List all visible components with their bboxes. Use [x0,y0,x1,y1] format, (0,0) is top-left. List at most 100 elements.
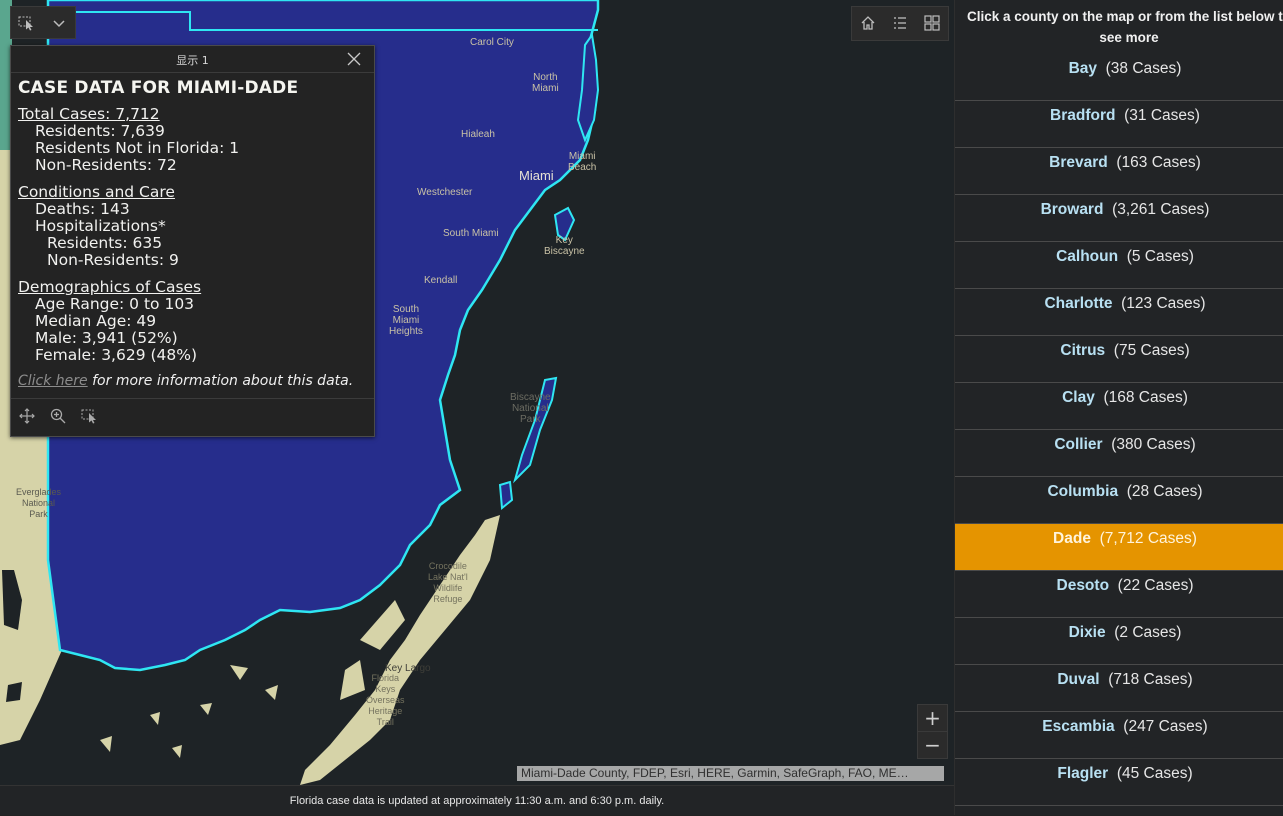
county-case-count: (3,261 Cases) [1112,201,1210,218]
keys-land-6 [200,703,212,715]
zoom-to-button[interactable] [49,407,67,429]
county-case-count: (380 Cases) [1111,436,1196,453]
keys-land-2 [360,600,405,650]
demographics-heading: Demographics of Cases [18,278,202,296]
select-feature-icon [81,409,96,424]
county-row-columbia[interactable]: Columbia (28 Cases) [955,477,1283,524]
county-name: Dade [1053,530,1091,547]
county-name: Bradford [1050,107,1116,124]
pan-to-button[interactable] [19,408,35,428]
county-row-bay[interactable]: Bay (38 Cases) [955,54,1283,101]
zoom-to-icon [50,408,66,424]
move-icon [19,408,35,424]
county-name: Collier [1054,436,1103,453]
select-feature-button[interactable] [81,407,99,429]
county-case-count: (31 Cases) [1124,107,1200,124]
county-name: Clay [1062,389,1095,406]
county-case-count: (2 Cases) [1114,624,1182,641]
zoom-out-button[interactable]: − [918,732,947,759]
total-cases-heading: Total Cases: 7,712 [18,105,160,123]
conditions-heading: Conditions and Care [18,183,175,201]
home-icon [861,16,875,30]
county-row-content: Columbia (28 Cases) [955,483,1283,501]
county-row-content: Dixie (2 Cases) [955,624,1283,642]
place-south-miami-heights: South Miami Heights [389,304,423,337]
county-row-duval[interactable]: Duval (718 Cases) [955,665,1283,712]
popup-body: CASE DATA FOR MIAMI-DADE Total Cases: 7,… [11,73,374,389]
county-popup: 显示 1 CASE DATA FOR MIAMI-DADE Total Case… [10,45,375,437]
county-row-collier[interactable]: Collier (380 Cases) [955,430,1283,477]
county-case-count: (168 Cases) [1103,389,1188,406]
county-row-citrus[interactable]: Citrus (75 Cases) [955,336,1283,383]
zoom-control: + − [917,704,948,759]
residents-not-florida-line: Residents Not in Florida: 1 [35,139,240,157]
county-row-desoto[interactable]: Desoto (22 Cases) [955,571,1283,618]
close-icon [347,52,361,66]
county-row-content: Broward (3,261 Cases) [955,201,1283,219]
select-dropdown-button[interactable] [43,7,75,39]
select-tool-button[interactable] [11,7,43,39]
non-residents-line: Non-Residents: 72 [35,156,177,174]
hosp-non-residents-line: Non-Residents: 9 [47,251,179,269]
place-everglades-np: Everglades National Park [16,487,62,519]
county-row-charlotte[interactable]: Charlotte (123 Cases) [955,289,1283,336]
county-row-content: Charlotte (123 Cases) [955,295,1283,313]
small-key-shape [498,480,514,510]
more-info-text: for more information about this data. [87,373,354,389]
home-button[interactable] [852,7,884,39]
place-north-miami: North Miami [532,72,559,94]
county-case-count: (5 Cases) [1126,248,1194,265]
county-row-brevard[interactable]: Brevard (163 Cases) [955,148,1283,195]
county-name: Brevard [1049,154,1108,171]
county-row-content: Desoto (22 Cases) [955,577,1283,595]
county-row-content: Bradford (31 Cases) [955,107,1283,125]
place-florida-keys-trail: Florida Keys Overseas Heritage Trail [366,673,405,727]
popup-close-button[interactable] [346,51,362,67]
county-name: Desoto [1056,577,1110,594]
county-row-content: Collier (380 Cases) [955,436,1283,454]
county-case-count: (45 Cases) [1116,765,1193,782]
county-case-count: (75 Cases) [1113,342,1190,359]
keys-land-5 [150,712,160,725]
keys-land-8 [100,736,112,752]
zoom-in-button[interactable]: + [918,705,947,732]
basemap-gallery-button[interactable] [916,7,948,39]
county-row-clay[interactable]: Clay (168 Cases) [955,383,1283,430]
hosp-residents-line: Residents: 635 [47,234,163,252]
female-line: Female: 3,629 (48%) [35,346,198,364]
county-name: Charlotte [1044,295,1113,312]
click-here-link[interactable]: Click here [18,373,88,389]
county-row-content: Brevard (163 Cases) [955,154,1283,172]
map-widgets-toolbar [851,6,949,41]
county-row-content: Clay (168 Cases) [955,389,1283,407]
county-case-count: (22 Cases) [1117,577,1194,594]
county-list-panel[interactable]: Click a county on the map or from the li… [954,0,1283,815]
county-row-dade[interactable]: Dade (7,712 Cases) [955,524,1283,571]
county-row-broward[interactable]: Broward (3,261 Cases) [955,195,1283,242]
legend-button[interactable] [884,7,916,39]
county-row-bradford[interactable]: Bradford (31 Cases) [955,101,1283,148]
county-row-content: Dade (7,712 Cases) [955,530,1283,548]
county-name: Citrus [1060,342,1106,359]
keys-land-4 [265,685,278,700]
update-footer: Florida case data is updated at approxim… [0,785,954,815]
county-name: Broward [1040,201,1104,218]
place-westchester: Westchester [417,187,473,198]
county-name: Bay [1068,60,1097,77]
selection-toolbar [10,6,76,39]
county-row-flagler[interactable]: Flagler (45 Cases) [955,759,1283,806]
popup-window-title: 显示 1 [176,54,209,67]
county-row-escambia[interactable]: Escambia (247 Cases) [955,712,1283,759]
county-row-calhoun[interactable]: Calhoun (5 Cases) [955,242,1283,289]
county-list-intro: Click a county on the map or from the li… [966,9,1283,45]
county-row-content: Citrus (75 Cases) [955,342,1283,360]
residents-line: Residents: 7,639 [35,122,165,140]
place-hialeah: Hialeah [461,129,495,140]
county-row-dixie[interactable]: Dixie (2 Cases) [955,618,1283,665]
county-name: Duval [1057,671,1100,688]
county-case-count: (163 Cases) [1116,154,1201,171]
county-case-count: (38 Cases) [1105,60,1182,77]
map-view[interactable]: Carol City North Miami Hialeah Miami Bea… [0,0,954,785]
county-name: Flagler [1057,765,1109,782]
map-attribution[interactable]: Miami-Dade County, FDEP, Esri, HERE, Gar… [517,766,944,781]
